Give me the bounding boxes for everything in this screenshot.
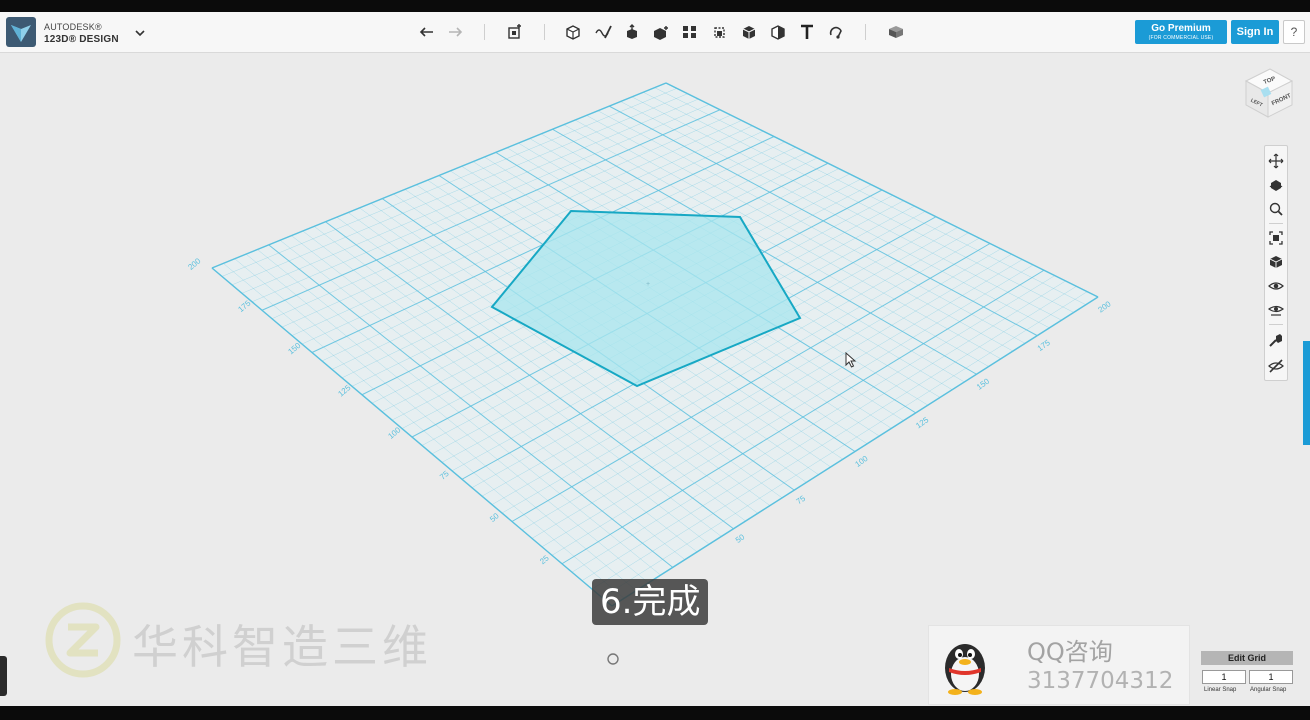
navbar-separator (1269, 223, 1283, 224)
grid-axis-label: 50 (734, 532, 747, 545)
redo-icon[interactable] (445, 23, 465, 41)
grid-axis-label: 175 (1036, 338, 1053, 353)
help-button[interactable]: ? (1283, 20, 1305, 44)
text-icon[interactable] (797, 23, 817, 41)
fit-icon[interactable] (1268, 230, 1284, 246)
sketch-icon[interactable] (593, 23, 613, 41)
combine-icon[interactable] (739, 23, 759, 41)
navbar-separator (1269, 324, 1283, 325)
material-brush-icon[interactable] (1268, 332, 1284, 348)
origin-marker-icon (607, 653, 619, 665)
modify-icon[interactable] (651, 23, 671, 41)
primitives-icon[interactable] (563, 23, 583, 41)
go-premium-label: Go Premium (1151, 23, 1211, 34)
qq-number: 3137704312 (1027, 668, 1174, 694)
measure-icon[interactable] (768, 23, 788, 41)
grid-axis-label: 200 (186, 256, 202, 272)
window-top-band (0, 0, 1310, 12)
qq-contact-card: QQ咨询 3137704312 (928, 625, 1190, 705)
linear-snap-label: Linear Snap (1204, 687, 1237, 693)
snap-icon[interactable] (826, 23, 846, 41)
orbit-icon[interactable] (1268, 177, 1284, 193)
qq-title: QQ咨询 (1027, 638, 1113, 666)
app-menu-chevron-down-icon[interactable] (133, 27, 147, 39)
watermark-logo-icon (45, 602, 121, 678)
grid-axis-label: 150 (975, 376, 992, 391)
show-hide-icon[interactable] (1268, 302, 1284, 318)
view-cube-shade-icon[interactable] (1268, 254, 1284, 270)
pattern-icon[interactable] (680, 23, 700, 41)
watermark: 华科智造三维 (44, 601, 464, 681)
app-logo-icon (6, 17, 36, 47)
left-panel-handle[interactable] (0, 656, 7, 696)
toolbar-separator (865, 24, 866, 40)
grid-axis-label: 25 (538, 553, 551, 566)
angular-snap-input[interactable]: 1 (1249, 670, 1293, 684)
app-logo[interactable]: AUTODESK® 123D® DESIGN (6, 17, 136, 49)
brand-line2: 123D® DESIGN (44, 34, 119, 45)
grid-axis-label: 125 (914, 415, 931, 430)
grid-axis-label: 75 (795, 494, 808, 507)
undo-icon[interactable] (417, 23, 437, 41)
go-premium-button[interactable]: Go Premium (FOR COMMERCIAL USE) (1135, 20, 1227, 44)
construct-icon[interactable] (622, 23, 642, 41)
watermark-text: 华科智造三维 (132, 620, 432, 674)
sketch-center-mark: + (646, 281, 650, 288)
window-bottom-band (0, 706, 1310, 720)
video-subtitle: 6.完成 (592, 579, 709, 625)
view-cube[interactable]: TOP LEFT FRONT (1240, 61, 1296, 121)
sign-in-button[interactable]: Sign In (1231, 20, 1279, 44)
transform-icon[interactable] (505, 23, 525, 41)
3d-viewport[interactable]: +25 50 75 100 125 150 175 200 50 75 100 125 150 175 20… (0, 53, 1310, 706)
main-toolbar: AUTODESK® 123D® DESIGN Go Premium (FOR C… (0, 12, 1310, 53)
edit-grid-button[interactable]: Edit Grid (1201, 651, 1293, 665)
navigation-bar (1264, 145, 1288, 381)
visibility-icon[interactable] (1268, 278, 1284, 294)
zoom-icon[interactable] (1268, 201, 1284, 217)
grid-axis-label: 50 (488, 511, 501, 524)
linear-snap-input[interactable]: 1 (1202, 670, 1246, 684)
material-icon[interactable] (886, 23, 906, 41)
brand-line1: AUTODESK® (44, 22, 102, 32)
grid-axis-label: 100 (854, 454, 871, 469)
pan-icon[interactable] (1268, 153, 1284, 169)
toolbar-separator (484, 24, 485, 40)
mouse-cursor-icon (845, 352, 857, 368)
hide-sketch-icon[interactable] (1268, 358, 1284, 374)
toolbar-separator (544, 24, 545, 40)
angular-snap-label: Angular Snap (1250, 687, 1287, 693)
grouping-icon[interactable] (710, 23, 730, 41)
qq-penguin-icon (945, 644, 985, 695)
side-panel-toggle[interactable] (1303, 341, 1310, 445)
grid-axis-label: 200 (1097, 299, 1114, 314)
grid-axis-label: 75 (438, 469, 451, 482)
go-premium-sublabel: (FOR COMMERCIAL USE) (1148, 35, 1214, 41)
edit-grid-panel: Edit Grid 1 1 Linear Snap Angular Snap (1198, 650, 1296, 698)
